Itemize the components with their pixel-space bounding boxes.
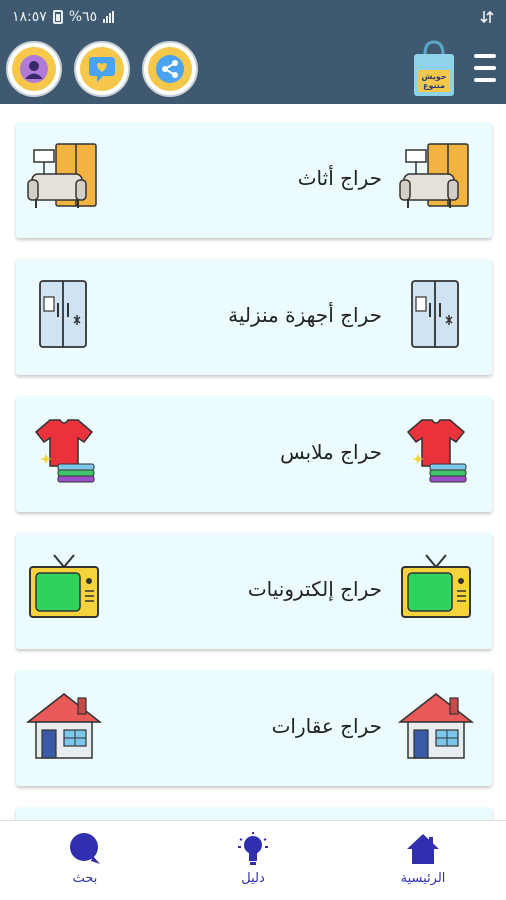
profile-button-inner xyxy=(12,47,56,91)
category-list: حراج أثاث حراج أجهزة منزلية حراج ملابس ح… xyxy=(0,104,506,820)
clothes-icon xyxy=(34,419,95,483)
battery-percent: %٦٥ xyxy=(68,9,98,25)
category-label-real-estate: حراج عقارات xyxy=(271,714,382,738)
data-transfer-icon xyxy=(480,10,494,24)
nav-search[interactable]: بحث xyxy=(30,831,140,886)
category-label-clothes: حراج ملابس xyxy=(280,440,382,464)
signal-icon xyxy=(103,11,115,23)
share-icon xyxy=(156,55,184,83)
app-logo-text: حويش متنوع xyxy=(421,72,447,90)
heart-message-icon xyxy=(89,57,115,82)
status-left: ١٨:٥٧ %٦٥ xyxy=(12,9,115,25)
profile-button[interactable] xyxy=(6,41,62,97)
nav-home-label: الرئيسية xyxy=(400,871,446,886)
category-card-partial[interactable] xyxy=(16,807,492,820)
category-card-clothes[interactable]: حراج ملابس xyxy=(16,396,492,512)
person-icon xyxy=(20,55,48,83)
app-logo: حويش متنوع xyxy=(410,40,458,98)
search-icon xyxy=(70,833,100,864)
app-toolbar: حويش متنوع xyxy=(0,34,506,104)
clothes-icon xyxy=(406,419,467,483)
house-icon xyxy=(26,693,102,759)
status-bar: ١٨:٥٧ %٦٥ xyxy=(0,0,506,34)
category-card-real-estate[interactable]: حراج عقارات xyxy=(16,670,492,786)
nav-search-label: بحث xyxy=(72,871,98,886)
bottom-navigation: الرئيسية دليل بحث xyxy=(0,820,506,900)
nav-guide-label: دليل xyxy=(241,871,265,886)
share-button-inner xyxy=(148,47,192,91)
refrigerator-icon xyxy=(39,280,87,348)
house-icon xyxy=(398,693,474,759)
furniture-icon xyxy=(27,143,97,208)
category-card-appliances[interactable]: حراج أجهزة منزلية xyxy=(16,259,492,375)
tv-icon xyxy=(29,554,99,618)
refrigerator-icon xyxy=(411,280,459,348)
category-label-electronics: حراج إلكترونيات xyxy=(247,577,382,601)
category-card-furniture[interactable]: حراج أثاث xyxy=(16,122,492,238)
nav-home[interactable]: الرئيسية xyxy=(368,831,478,886)
lightbulb-icon xyxy=(238,832,268,865)
category-label-appliances: حراج أجهزة منزلية xyxy=(228,303,382,327)
nav-guide[interactable]: دليل xyxy=(198,831,308,886)
tv-icon xyxy=(401,554,471,618)
chat-button[interactable] xyxy=(74,41,130,97)
status-time: ١٨:٥٧ xyxy=(12,9,47,25)
status-right xyxy=(480,10,494,24)
battery-icon xyxy=(52,10,63,24)
share-button[interactable] xyxy=(142,41,198,97)
hamburger-menu-icon[interactable] xyxy=(474,54,496,82)
chat-button-inner xyxy=(80,47,124,91)
category-label-furniture: حراج أثاث xyxy=(297,166,382,190)
category-card-electronics[interactable]: حراج إلكترونيات xyxy=(16,533,492,649)
furniture-icon xyxy=(399,143,469,208)
home-icon xyxy=(407,834,439,864)
